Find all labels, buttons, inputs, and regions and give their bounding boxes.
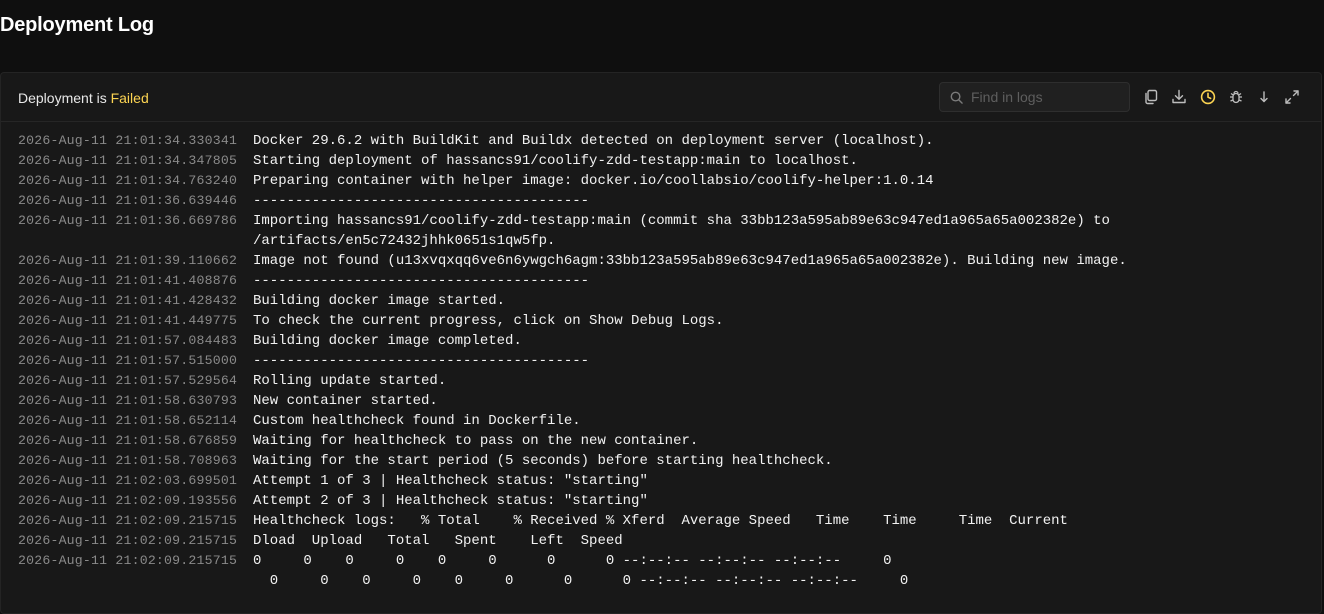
log-timestamp: 2026-Aug-11 21:02:09.215715 [18,533,238,548]
log-line: 2026-Aug-11 21:01:34.347805 Starting depl… [1,151,1321,171]
log-line: 2026-Aug-11 21:01:36.669786 Importing has… [1,211,1321,231]
log-message: Attempt 1 of 3 | Healthcheck status: "st… [253,473,648,489]
log-message: Docker 29.6.2 with BuildKit and Buildx d… [253,133,934,149]
log-message: Building docker image started. [253,293,506,309]
log-message: Waiting for the start period (5 seconds)… [253,453,833,469]
log-timestamp: 2026-Aug-11 21:01:58.676859 [18,433,238,448]
log-message: Importing hassancs91/coolify-zdd-testapp… [253,213,1110,229]
log-line: 2026-Aug-11 21:01:57.529564 Rolling updat… [1,371,1321,391]
log-timestamp: 2026-Aug-11 21:01:57.529564 [18,373,238,388]
log-line: 2026-Aug-11 21:02:09.215715 Healthcheck l… [1,511,1321,531]
search-input[interactable] [971,87,1121,107]
log-timestamp: 2026-Aug-11 21:02:09.193556 [18,493,238,508]
deployment-status: Deployment is Failed [18,90,149,106]
toggle-timestamps-button[interactable] [1199,88,1217,106]
status-prefix: Deployment is [18,90,107,106]
log-line: 2026-Aug-11 21:02:09.215715 Dload Upload … [1,531,1321,551]
toggle-debug-logs-button[interactable] [1227,88,1245,106]
log-line: 2026-Aug-11 21:01:58.676859 Waiting for h… [1,431,1321,451]
log-line: 2026-Aug-11 21:02:09.215715 0 0 0 0 0 0 0… [1,551,1321,571]
log-timestamp: 2026-Aug-11 21:01:34.763240 [18,173,238,188]
log-message: To check the current progress, click on … [253,313,724,329]
log-line-continuation: /artifacts/en5c72432jhhk0651s1qw5fp. [1,231,1321,251]
log-line: 2026-Aug-11 21:02:03.699501 Attempt 1 of … [1,471,1321,491]
log-message: Attempt 2 of 3 | Healthcheck status: "st… [253,493,648,509]
copy-logs-button[interactable] [1142,88,1160,106]
log-message: /artifacts/en5c72432jhhk0651s1qw5fp. [253,233,556,249]
log-line: 2026-Aug-11 21:01:58.708963 Waiting for t… [1,451,1321,471]
log-timestamp: 2026-Aug-11 21:02:09.215715 [18,513,238,528]
log-timestamp: 2026-Aug-11 21:01:41.428432 [18,293,238,308]
log-message: Rolling update started. [253,373,447,389]
log-line: 2026-Aug-11 21:01:58.652114 Custom health… [1,411,1321,431]
log-line: 2026-Aug-11 21:01:57.084483 Building dock… [1,331,1321,351]
log-message: 0 0 0 0 0 0 0 0 --:--:-- --:--:-- --:--:… [253,553,892,569]
log-timestamp [1,231,253,251]
log-line: 2026-Aug-11 21:01:41.408876 -------------… [1,271,1321,291]
log-timestamp: 2026-Aug-11 21:01:58.708963 [18,453,238,468]
log-timestamp: 2026-Aug-11 21:01:34.330341 [18,133,238,148]
log-message: ---------------------------------------- [253,273,590,289]
log-message: New container started. [253,393,438,409]
log-timestamp: 2026-Aug-11 21:02:09.215715 [18,553,238,568]
download-icon [1172,89,1186,104]
log-message: ---------------------------------------- [253,353,590,369]
log-line: 2026-Aug-11 21:01:41.449775 To check the … [1,311,1321,331]
log-timestamp: 2026-Aug-11 21:01:36.669786 [18,213,238,228]
log-timestamp: 2026-Aug-11 21:01:57.084483 [18,333,238,348]
copy-icon [1145,89,1158,105]
page-title: Deployment Log [0,14,154,36]
deployment-log-panel: Deployment is Failed Find in logs 2026-A… [0,72,1322,614]
log-line-continuation: 0 0 0 0 0 0 0 0 --:--:-- --:--:-- --:--:… [1,571,1321,591]
log-timestamp: 2026-Aug-11 21:02:03.699501 [18,473,238,488]
log-message: Building docker image completed. [253,333,522,349]
status-badge: Failed [110,90,149,106]
log-timestamp: 2026-Aug-11 21:01:36.639446 [18,193,238,208]
log-message: Dload Upload Total Spent Left Speed [253,533,623,549]
fullscreen-button[interactable] [1283,88,1301,106]
log-message: 0 0 0 0 0 0 0 0 --:--:-- --:--:-- --:--:… [253,573,909,589]
log-panel-header: Deployment is Failed [1,73,1321,122]
log-timestamp: 2026-Aug-11 21:01:58.652114 [18,413,238,428]
log-timestamp: 2026-Aug-11 21:01:58.630793 [18,393,238,408]
log-timestamp: 2026-Aug-11 21:01:57.515000 [18,353,238,368]
log-message: Custom healthcheck found in Dockerfile. [253,413,581,429]
log-message: Starting deployment of hassancs91/coolif… [253,153,858,169]
log-line: 2026-Aug-11 21:01:41.428432 Building dock… [1,291,1321,311]
clock-icon [1200,89,1216,105]
log-message: Healthcheck logs: % Total % Received % X… [253,513,1068,529]
log-message: ---------------------------------------- [253,193,590,209]
log-message: Preparing container with helper image: d… [253,173,934,189]
log-line: 2026-Aug-11 21:01:36.639446 -------------… [1,191,1321,211]
log-line: 2026-Aug-11 21:01:34.763240 Preparing con… [1,171,1321,191]
log-message: Waiting for healthcheck to pass on the n… [253,433,699,449]
log-message: Image not found (u13xvqxqq6ve6n6ywgch6ag… [253,253,1127,269]
log-timestamp [1,571,253,591]
log-timestamp: 2026-Aug-11 21:01:34.347805 [18,153,238,168]
log-line: 2026-Aug-11 21:02:09.193556 Attempt 2 of … [1,491,1321,511]
log-timestamp: 2026-Aug-11 21:01:41.449775 [18,313,238,328]
download-logs-button[interactable] [1170,88,1188,106]
log-output[interactable]: 2026-Aug-11 21:01:34.330341 Docker 29.6.2… [1,131,1321,591]
log-line: 2026-Aug-11 21:01:58.630793 New container… [1,391,1321,411]
log-line: 2026-Aug-11 21:01:57.515000 -------------… [1,351,1321,371]
bug-icon [1230,90,1242,104]
log-timestamp: 2026-Aug-11 21:01:39.110662 [18,253,238,268]
log-timestamp: 2026-Aug-11 21:01:41.408876 [18,273,238,288]
log-search-box[interactable] [939,82,1130,112]
scroll-to-bottom-button[interactable] [1255,88,1273,106]
arrow-down-icon [1260,91,1268,103]
search-icon [950,91,963,104]
expand-icon [1285,90,1299,104]
log-line: 2026-Aug-11 21:01:34.330341 Docker 29.6.2… [1,131,1321,151]
log-line: 2026-Aug-11 21:01:39.110662 Image not fou… [1,251,1321,271]
